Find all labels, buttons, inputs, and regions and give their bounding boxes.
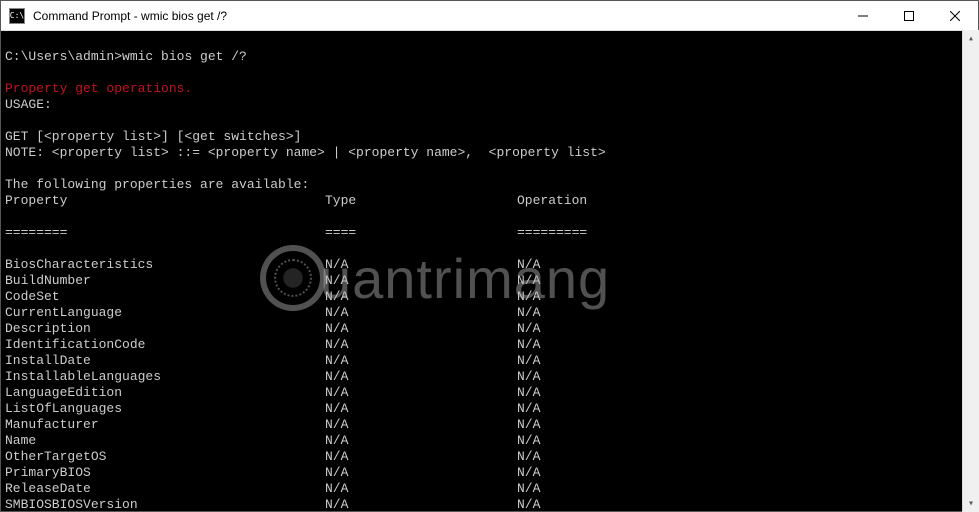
header-operation: Operation xyxy=(517,193,974,209)
cell-type: N/A xyxy=(325,257,517,273)
terminal[interactable]: C:\Users\admin>wmic bios get /? Property… xyxy=(1,31,978,511)
cell-property: OtherTargetOS xyxy=(5,449,325,465)
cell-operation: N/A xyxy=(517,401,974,417)
cmd-icon: C:\ xyxy=(9,8,25,24)
chevron-up-icon: ▴ xyxy=(968,33,974,45)
cell-type: N/A xyxy=(325,273,517,289)
table-divider: ===================== xyxy=(5,225,974,241)
header-type: Type xyxy=(325,193,517,209)
minimize-button[interactable] xyxy=(840,1,886,30)
cell-property: IdentificationCode xyxy=(5,337,325,353)
cell-operation: N/A xyxy=(517,257,974,273)
table-row: CodeSetN/AN/A xyxy=(5,289,974,305)
cell-type: N/A xyxy=(325,289,517,305)
get-syntax: GET [<property list>] [<get switches>] xyxy=(5,129,301,144)
cell-operation: N/A xyxy=(517,337,974,353)
cell-type: N/A xyxy=(325,321,517,337)
cell-operation: N/A xyxy=(517,305,974,321)
table-row: InstallDateN/AN/A xyxy=(5,353,974,369)
cell-operation: N/A xyxy=(517,321,974,337)
cell-type: N/A xyxy=(325,337,517,353)
cell-type: N/A xyxy=(325,353,517,369)
cell-type: N/A xyxy=(325,305,517,321)
cell-type: N/A xyxy=(325,433,517,449)
available-line: The following properties are available: xyxy=(5,177,309,192)
table-row: BuildNumberN/AN/A xyxy=(5,273,974,289)
table-row: InstallableLanguagesN/AN/A xyxy=(5,369,974,385)
cell-property: CodeSet xyxy=(5,289,325,305)
table-row: SMBIOSBIOSVersionN/AN/A xyxy=(5,497,974,511)
cell-operation: N/A xyxy=(517,353,974,369)
scrollbar-track[interactable] xyxy=(963,47,979,495)
cell-property: CurrentLanguage xyxy=(5,305,325,321)
cell-type: N/A xyxy=(325,417,517,433)
cell-property: LanguageEdition xyxy=(5,385,325,401)
cell-operation: N/A xyxy=(517,449,974,465)
cell-operation: N/A xyxy=(517,417,974,433)
titlebar[interactable]: C:\ Command Prompt - wmic bios get /? xyxy=(1,1,978,31)
scroll-down-button[interactable]: ▾ xyxy=(963,495,979,512)
table-row: LanguageEditionN/AN/A xyxy=(5,385,974,401)
cell-type: N/A xyxy=(325,385,517,401)
usage-label: USAGE: xyxy=(5,97,52,112)
cell-operation: N/A xyxy=(517,385,974,401)
cell-property: Name xyxy=(5,433,325,449)
close-button[interactable] xyxy=(932,1,978,30)
table-row: NameN/AN/A xyxy=(5,433,974,449)
cell-property: InstallDate xyxy=(5,353,325,369)
table-row: IdentificationCodeN/AN/A xyxy=(5,337,974,353)
cell-type: N/A xyxy=(325,401,517,417)
window-controls xyxy=(840,1,978,30)
table-header: PropertyTypeOperation xyxy=(5,193,974,209)
close-icon xyxy=(950,11,960,21)
minimize-icon xyxy=(858,11,868,21)
cell-type: N/A xyxy=(325,481,517,497)
cell-operation: N/A xyxy=(517,369,974,385)
cell-property: SMBIOSBIOSVersion xyxy=(5,497,325,511)
table-row: ManufacturerN/AN/A xyxy=(5,417,974,433)
window-title: Command Prompt - wmic bios get /? xyxy=(31,9,840,23)
table-row: BiosCharacteristicsN/AN/A xyxy=(5,257,974,273)
output-heading: Property get operations. xyxy=(5,81,192,96)
table-row: DescriptionN/AN/A xyxy=(5,321,974,337)
table-row: PrimaryBIOSN/AN/A xyxy=(5,465,974,481)
cell-type: N/A xyxy=(325,497,517,511)
header-property: Property xyxy=(5,193,325,209)
cell-operation: N/A xyxy=(517,497,974,511)
cell-property: BuildNumber xyxy=(5,273,325,289)
cell-operation: N/A xyxy=(517,273,974,289)
property-table: BiosCharacteristicsN/AN/ABuildNumberN/AN… xyxy=(5,257,974,511)
table-row: ReleaseDateN/AN/A xyxy=(5,481,974,497)
cell-type: N/A xyxy=(325,449,517,465)
scroll-up-button[interactable]: ▴ xyxy=(963,30,979,47)
command-text: wmic bios get /? xyxy=(122,49,247,64)
cell-property: PrimaryBIOS xyxy=(5,465,325,481)
cell-operation: N/A xyxy=(517,433,974,449)
table-row: CurrentLanguageN/AN/A xyxy=(5,305,974,321)
cell-operation: N/A xyxy=(517,465,974,481)
cell-operation: N/A xyxy=(517,481,974,497)
table-row: OtherTargetOSN/AN/A xyxy=(5,449,974,465)
cell-property: ReleaseDate xyxy=(5,481,325,497)
note-line: NOTE: <property list> ::= <property name… xyxy=(5,145,606,160)
table-row: ListOfLanguagesN/AN/A xyxy=(5,401,974,417)
cell-property: Manufacturer xyxy=(5,417,325,433)
window: C:\ Command Prompt - wmic bios get /? C:… xyxy=(0,0,979,512)
chevron-down-icon: ▾ xyxy=(968,498,974,510)
cell-type: N/A xyxy=(325,369,517,385)
cell-property: ListOfLanguages xyxy=(5,401,325,417)
prompt: C:\Users\admin> xyxy=(5,49,122,64)
cell-property: BiosCharacteristics xyxy=(5,257,325,273)
vertical-scrollbar[interactable]: ▴ ▾ xyxy=(962,30,979,512)
maximize-icon xyxy=(904,11,914,21)
cell-operation: N/A xyxy=(517,289,974,305)
cell-property: InstallableLanguages xyxy=(5,369,325,385)
cell-property: Description xyxy=(5,321,325,337)
maximize-button[interactable] xyxy=(886,1,932,30)
cell-type: N/A xyxy=(325,465,517,481)
